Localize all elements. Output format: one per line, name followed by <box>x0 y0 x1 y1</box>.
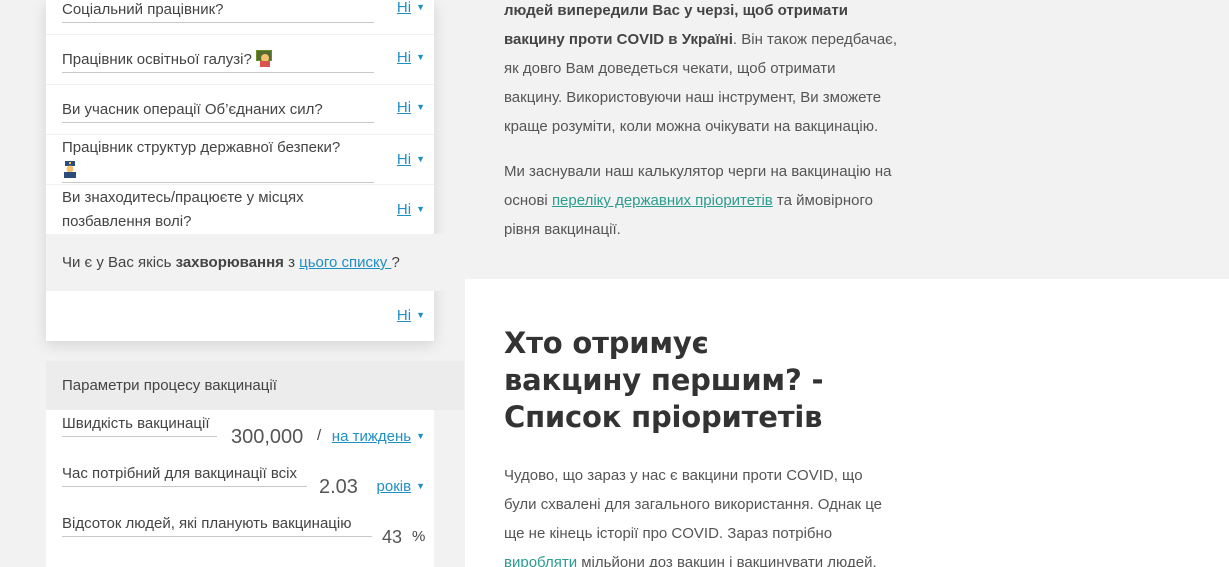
teacher-emoji-icon <box>255 50 272 67</box>
question-label: Працівник структур державної безпеки? <box>62 136 374 183</box>
disease-list-link[interactable]: цього списку <box>299 254 391 271</box>
param-row-percent: Відсоток людей, які планують вакцинацію … <box>46 510 434 560</box>
caret-down-icon: ▼ <box>416 481 425 491</box>
question-label: Ви знаходитесь/працюєте у місцях позбавл… <box>62 186 374 235</box>
section-heading: Хто отримує вакцину першим? - Список прі… <box>504 326 824 434</box>
article-paragraph-1: людей випередили Вас у черзі, щоб отрима… <box>504 2 898 135</box>
percent-value-input[interactable]: 43 <box>382 527 402 548</box>
percent-sign: % <box>412 528 426 545</box>
speed-value-input[interactable]: 300,000 <box>231 426 303 449</box>
answer-select-joint-forces[interactable]: Ні ▼ <box>397 99 425 116</box>
param-row-speed: Швидкість вакцинації 300,000 / на тижден… <box>46 410 434 460</box>
time-value-input[interactable]: 2.03 <box>319 476 358 499</box>
speed-slash: / <box>317 427 322 444</box>
produce-link[interactable]: виробляти <box>504 554 577 567</box>
question-label: Працівник освітньої галузі? <box>62 48 374 73</box>
param-label: Швидкість вакцинації <box>62 412 217 437</box>
vaccination-params-header: Параметри процесу вакцинації <box>46 361 464 410</box>
disease-question-text: Чи є у Вас якісь захворювання з цього сп… <box>62 254 400 271</box>
question-row-education: Працівник освітньої галузі? Ні ▼ <box>46 35 434 85</box>
priority-list-link[interactable]: переліку державних пріоритетів <box>552 192 773 209</box>
question-label: Соціальний працівник? <box>62 0 374 23</box>
answer-select-prison[interactable]: Ні ▼ <box>397 201 425 218</box>
caret-down-icon: ▼ <box>416 431 425 441</box>
vaccination-params-title: Параметри процесу вакцинації <box>62 377 277 394</box>
question-label: Ви учасник операції Об’єднаних сил? <box>62 98 374 123</box>
disease-question: Чи є у Вас якісь захворювання з цього сп… <box>46 234 464 291</box>
question-row-security: Працівник структур державної безпеки? Ні… <box>46 135 434 185</box>
caret-down-icon: ▼ <box>416 204 425 214</box>
disease-answer-row: Ні ▼ <box>46 291 434 341</box>
answer-select-social-worker[interactable]: Ні ▼ <box>397 0 425 16</box>
article-paragraph-3: Чудово, що зараз у нас є вакцини проти C… <box>504 461 924 567</box>
time-unit-select[interactable]: років ▼ <box>377 478 425 495</box>
speed-unit-select[interactable]: на тиждень ▼ <box>332 428 425 445</box>
caret-down-icon: ▼ <box>416 154 425 164</box>
caret-down-icon: ▼ <box>416 52 425 62</box>
param-label: Відсоток людей, які планують вакцинацію <box>62 512 372 537</box>
caret-down-icon: ▼ <box>416 102 425 112</box>
caret-down-icon: ▼ <box>416 310 425 320</box>
caret-down-icon: ▼ <box>416 2 425 12</box>
police-officer-emoji-icon <box>64 161 76 178</box>
answer-select-education[interactable]: Ні ▼ <box>397 49 425 66</box>
question-row-social-worker: Соціальний працівник? Ні ▼ <box>46 0 434 35</box>
param-row-time: Час потрібний для вакцинації всіх 2.03 р… <box>46 460 434 510</box>
question-row-joint-forces: Ви учасник операції Об’єднаних сил? Ні ▼ <box>46 85 434 135</box>
param-label: Час потрібний для вакцинації всіх <box>62 462 307 487</box>
article-paragraph-2: Ми заснували наш калькулятор черги на ва… <box>504 163 892 238</box>
vaccination-params-box: Швидкість вакцинації 300,000 / на тижден… <box>46 410 434 567</box>
answer-select-security[interactable]: Ні ▼ <box>397 151 425 168</box>
answer-select-disease[interactable]: Ні ▼ <box>397 307 425 324</box>
questions-list: Соціальний працівник? Ні ▼ Працівник осві… <box>46 0 434 235</box>
question-row-prison: Ви знаходитесь/працюєте у місцях позбавл… <box>46 185 434 235</box>
